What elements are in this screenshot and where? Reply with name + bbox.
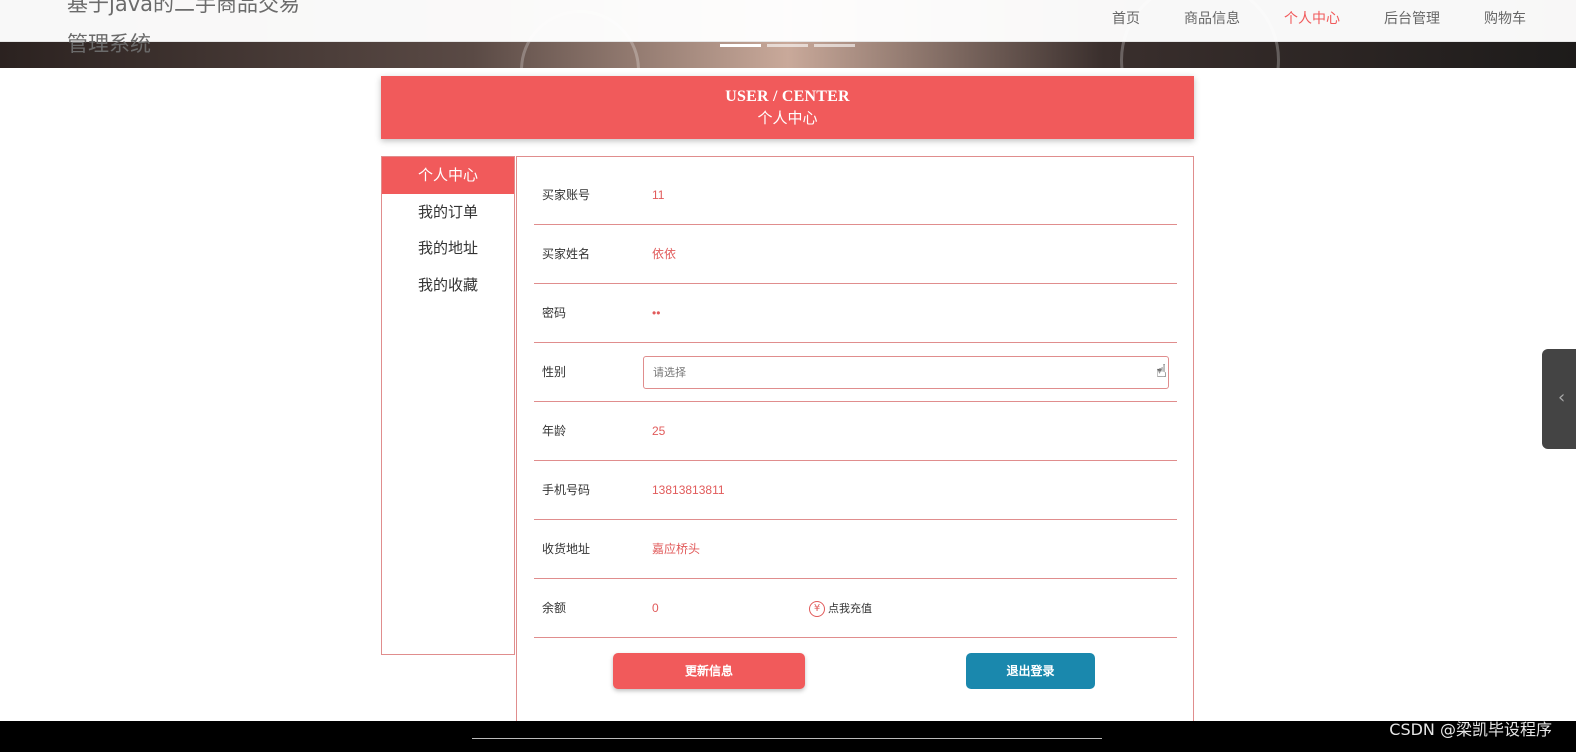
nav-products[interactable]: 商品信息	[1162, 0, 1262, 38]
sidebar-item-orders[interactable]: 我的订单	[382, 194, 514, 231]
top-navbar: 基于java的二手商品交易管理系统 首页 商品信息 个人中心 后台管理 购物车	[0, 0, 1576, 56]
side-toggle-tab[interactable]: ‹	[1542, 349, 1576, 449]
main-nav: 首页 商品信息 个人中心 后台管理 购物车	[1090, 0, 1548, 38]
yen-icon: ¥	[809, 600, 825, 617]
pointer-cursor-icon: ☝	[1156, 361, 1167, 382]
header-cn-title: 个人中心	[757, 109, 818, 127]
balance-label: 余额	[542, 601, 567, 615]
nav-admin[interactable]: 后台管理	[1362, 0, 1462, 38]
carousel-dot[interactable]	[767, 44, 808, 47]
site-title: 基于java的二手商品交易管理系统	[67, 0, 300, 56]
gender-placeholder: 请选择	[653, 366, 686, 379]
sidebar-item-favorites[interactable]: 我的收藏	[382, 267, 514, 304]
page-footer	[0, 721, 1576, 752]
sidebar-item-address[interactable]: 我的地址	[382, 230, 514, 267]
password-label: 密码	[542, 306, 567, 320]
name-label: 买家姓名	[542, 247, 591, 261]
logout-button[interactable]: 退出登录	[966, 653, 1095, 689]
balance-field: 0	[652, 601, 659, 615]
account-field[interactable]: 11	[652, 166, 664, 225]
user-sidebar: 个人中心 我的订单 我的地址 我的收藏	[381, 156, 515, 655]
sidebar-item-user-center[interactable]: 个人中心	[382, 157, 514, 194]
carousel-dot[interactable]	[814, 44, 855, 47]
password-field[interactable]: ••	[652, 284, 660, 343]
form-row-phone: 手机号码 13813813811	[534, 461, 1177, 520]
chevron-left-icon: ‹	[1558, 387, 1566, 408]
nav-home[interactable]: 首页	[1090, 0, 1162, 38]
nav-cart[interactable]: 购物车	[1462, 0, 1548, 38]
update-info-button[interactable]: 更新信息	[613, 653, 805, 689]
form-row-balance: 余额 0 ¥ 点我充值	[534, 579, 1177, 638]
carousel-dot[interactable]	[720, 44, 761, 47]
user-center-header: USER / CENTER 个人中心	[381, 76, 1194, 139]
form-row-address: 收货地址 嘉应桥头	[534, 520, 1177, 579]
gender-label: 性别	[542, 365, 567, 379]
form-row-gender: 性别 请选择 ▾	[534, 343, 1177, 402]
account-label: 买家账号	[542, 188, 591, 202]
footer-divider	[472, 738, 1102, 739]
recharge-label: 点我充值	[828, 602, 872, 615]
address-field[interactable]: 嘉应桥头	[652, 520, 700, 579]
form-row-name: 买家姓名 依依	[534, 225, 1177, 284]
nav-user-center[interactable]: 个人中心	[1262, 0, 1362, 38]
age-label: 年龄	[542, 424, 567, 438]
form-row-age: 年龄 25	[534, 402, 1177, 461]
gender-select[interactable]: 请选择 ▾	[643, 356, 1169, 389]
watermark: CSDN @梁凯毕设程序	[1389, 720, 1552, 739]
form-row-account: 买家账号 11	[534, 166, 1177, 225]
recharge-link[interactable]: ¥ 点我充值	[809, 579, 872, 638]
phone-field[interactable]: 13813813811	[652, 461, 725, 520]
name-field[interactable]: 依依	[652, 225, 676, 284]
carousel-indicators[interactable]	[720, 44, 855, 47]
address-label: 收货地址	[542, 542, 591, 556]
form-row-password: 密码 ••	[534, 284, 1177, 343]
header-en-title: USER / CENTER	[725, 88, 850, 105]
profile-form: 买家账号 11 买家姓名 依依 密码 •• 性别 请选择 ▾ 年龄 25 手机号…	[516, 156, 1194, 726]
age-field[interactable]: 25	[652, 402, 665, 461]
phone-label: 手机号码	[542, 483, 591, 497]
